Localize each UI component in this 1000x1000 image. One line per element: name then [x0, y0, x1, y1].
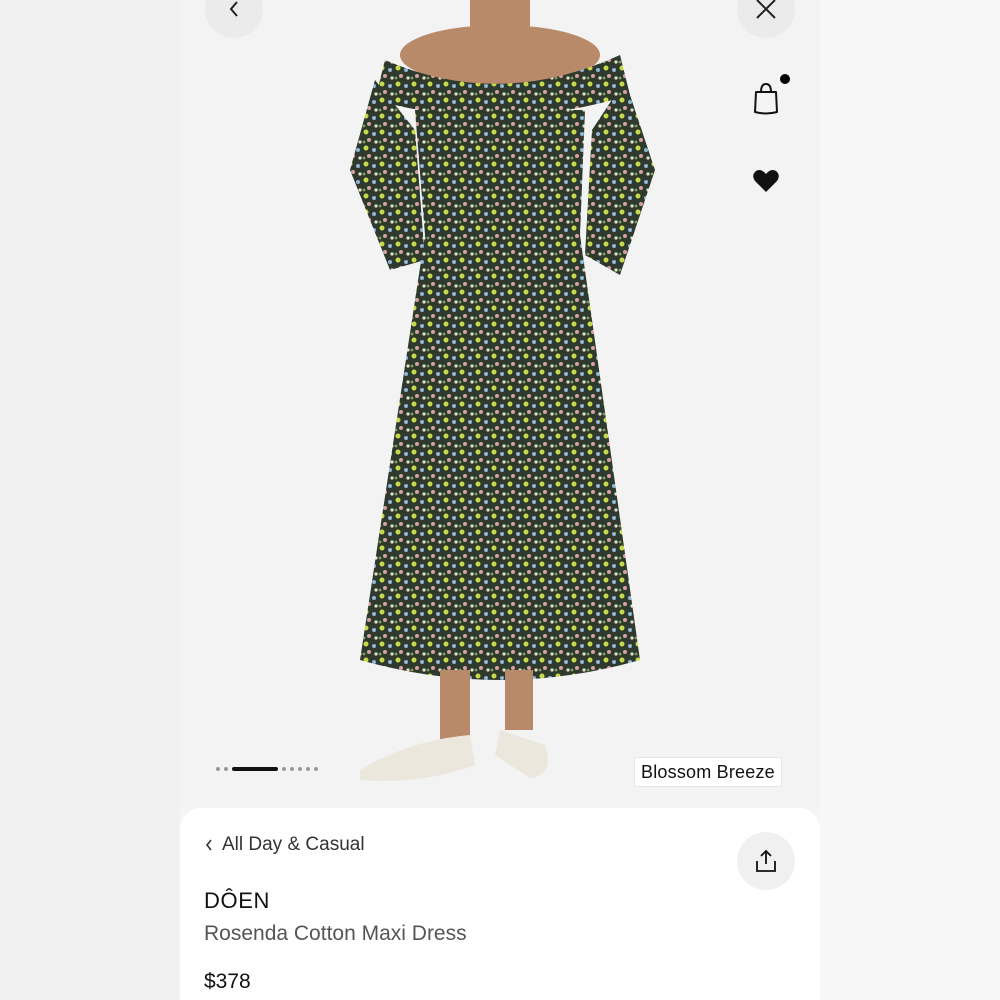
- close-button[interactable]: [737, 0, 795, 38]
- color-name-label: Blossom Breeze: [634, 757, 782, 787]
- product-price: $378: [204, 970, 251, 993]
- product-gallery[interactable]: Blossom Breeze: [180, 0, 820, 808]
- wishlist-button[interactable]: [752, 168, 780, 194]
- brand-name[interactable]: DÔEN: [204, 888, 270, 914]
- pagination-dot[interactable]: [282, 767, 286, 771]
- breadcrumb-label: All Day & Casual: [222, 834, 365, 855]
- back-button[interactable]: [205, 0, 263, 38]
- chevron-left-icon: [205, 839, 212, 851]
- app-screen: Blossom Breeze All Day & Casual DÔEN Ros…: [180, 0, 820, 1000]
- pagination-dot-active[interactable]: [232, 767, 278, 771]
- shopping-bag-button[interactable]: [750, 80, 782, 116]
- background-right: [820, 0, 1000, 1000]
- background-left: [0, 0, 180, 1000]
- product-image: [350, 0, 655, 781]
- shopping-bag-icon: [754, 82, 778, 115]
- pagination-dot[interactable]: [216, 767, 220, 771]
- pagination-dot[interactable]: [306, 767, 310, 771]
- pagination-dot[interactable]: [298, 767, 302, 771]
- heart-icon: [753, 170, 779, 192]
- share-icon: [756, 849, 776, 872]
- product-info-card: All Day & Casual DÔEN Rosenda Cotton Max…: [180, 808, 820, 1000]
- pagination-dot[interactable]: [290, 767, 294, 771]
- pagination-dot[interactable]: [314, 767, 318, 771]
- bag-notification-dot: [780, 74, 790, 84]
- chevron-left-icon: [229, 1, 238, 17]
- pagination-dot[interactable]: [224, 767, 228, 771]
- share-button[interactable]: [737, 832, 795, 890]
- close-icon: [756, 0, 776, 19]
- gallery-pagination[interactable]: [216, 765, 318, 773]
- breadcrumb[interactable]: All Day & Casual: [204, 834, 365, 856]
- product-name: Rosenda Cotton Maxi Dress: [204, 922, 467, 945]
